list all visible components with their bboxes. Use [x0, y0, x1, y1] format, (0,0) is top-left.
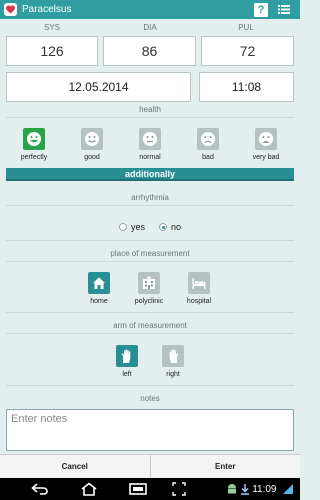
date-field[interactable]: 12.05.2014 — [6, 72, 191, 102]
very-sad-face-icon — [255, 128, 277, 150]
place-label: place of measurement — [110, 249, 190, 258]
home-icon — [88, 272, 110, 294]
sys-input[interactable]: 126 — [6, 36, 98, 66]
app-logo-icon — [4, 3, 17, 16]
notes-label: notes — [140, 394, 160, 403]
divider — [6, 312, 294, 313]
additionally-toggle[interactable]: additionally — [6, 168, 294, 181]
arrhythmia-no-radio[interactable]: no — [159, 222, 181, 232]
notes-input[interactable] — [6, 409, 294, 451]
screenshot-icon — [172, 482, 187, 496]
health-option-label: good — [84, 154, 100, 161]
health-option-label: bad — [202, 154, 214, 161]
smile-happy-icon — [23, 128, 45, 150]
help-icon: ? — [257, 3, 265, 16]
neutral-face-icon — [139, 128, 161, 150]
health-option-label: normal — [139, 154, 161, 161]
hospital-bed-icon — [188, 272, 210, 294]
radio-label: no — [171, 222, 182, 232]
right-hand-icon — [162, 345, 184, 367]
enter-button[interactable]: Enter — [149, 455, 301, 478]
app-title: Paracelsus — [22, 4, 72, 15]
list-icon — [278, 5, 290, 14]
time-field[interactable]: 11:08 — [199, 72, 294, 102]
dia-label: DIA — [143, 23, 157, 32]
smile-icon — [81, 128, 103, 150]
action-bar: Cancel Enter — [0, 454, 300, 478]
title-bar: Paracelsus ? — [0, 0, 300, 19]
arm-option-label: right — [166, 371, 180, 378]
place-option-polyclinic[interactable]: polyclinic — [126, 272, 172, 305]
health-option-normal[interactable]: normal — [125, 128, 175, 161]
system-clock: 11:09 — [252, 483, 277, 495]
place-option-label: hospital — [186, 298, 212, 305]
arrhythmia-radio-group: yes no — [0, 222, 300, 232]
screenshot-button[interactable] — [168, 478, 191, 500]
divider — [6, 261, 294, 262]
pul-input[interactable]: 72 — [201, 36, 294, 66]
health-option-label: perfectly — [20, 154, 48, 161]
arm-option-right[interactable]: right — [150, 345, 196, 378]
dia-input[interactable]: 86 — [103, 36, 196, 66]
home-nav-button[interactable] — [77, 478, 100, 500]
back-icon — [30, 483, 48, 495]
divider — [6, 117, 294, 118]
arm-option-left[interactable]: left — [104, 345, 150, 378]
health-option-good[interactable]: good — [67, 128, 117, 161]
list-menu-button[interactable] — [277, 3, 291, 17]
help-button[interactable]: ? — [254, 2, 268, 17]
place-option-home[interactable]: home — [76, 272, 122, 305]
wifi-icon — [280, 478, 296, 500]
radio-label: yes — [130, 222, 145, 232]
radio-checked-icon — [159, 223, 167, 231]
arm-option-label: left — [122, 371, 132, 378]
health-option-very-bad[interactable]: very bad — [241, 128, 291, 161]
left-hand-icon — [116, 345, 138, 367]
arrhythmia-label: arrhythmia — [131, 193, 169, 202]
recent-apps-button[interactable] — [127, 478, 150, 500]
android-icon — [225, 478, 239, 500]
divider — [6, 385, 294, 386]
sys-label: SYS — [43, 23, 60, 32]
radio-unchecked-icon — [118, 223, 127, 231]
polyclinic-icon — [138, 272, 160, 294]
health-option-bad[interactable]: bad — [183, 128, 233, 161]
frown-icon — [197, 128, 219, 150]
divider — [6, 240, 294, 241]
divider — [6, 205, 294, 206]
arm-label: arm of measurement — [113, 321, 187, 330]
divider — [6, 333, 294, 334]
back-button[interactable] — [28, 478, 51, 500]
health-label: health — [139, 105, 161, 114]
health-option-label: very bad — [252, 154, 280, 161]
recent-apps-icon — [129, 483, 147, 495]
place-option-label: polyclinic — [134, 298, 164, 305]
cancel-button[interactable]: Cancel — [0, 455, 150, 478]
house-icon — [81, 482, 97, 496]
download-icon — [239, 478, 253, 500]
place-option-label: home — [90, 298, 108, 305]
place-option-hospital[interactable]: hospital — [176, 272, 222, 305]
system-nav-bar: 11:09 — [0, 478, 300, 500]
health-option-perfectly[interactable]: perfectly — [9, 128, 59, 161]
arrhythmia-yes-radio[interactable]: yes — [118, 222, 145, 232]
pul-label: PUL — [238, 23, 254, 32]
